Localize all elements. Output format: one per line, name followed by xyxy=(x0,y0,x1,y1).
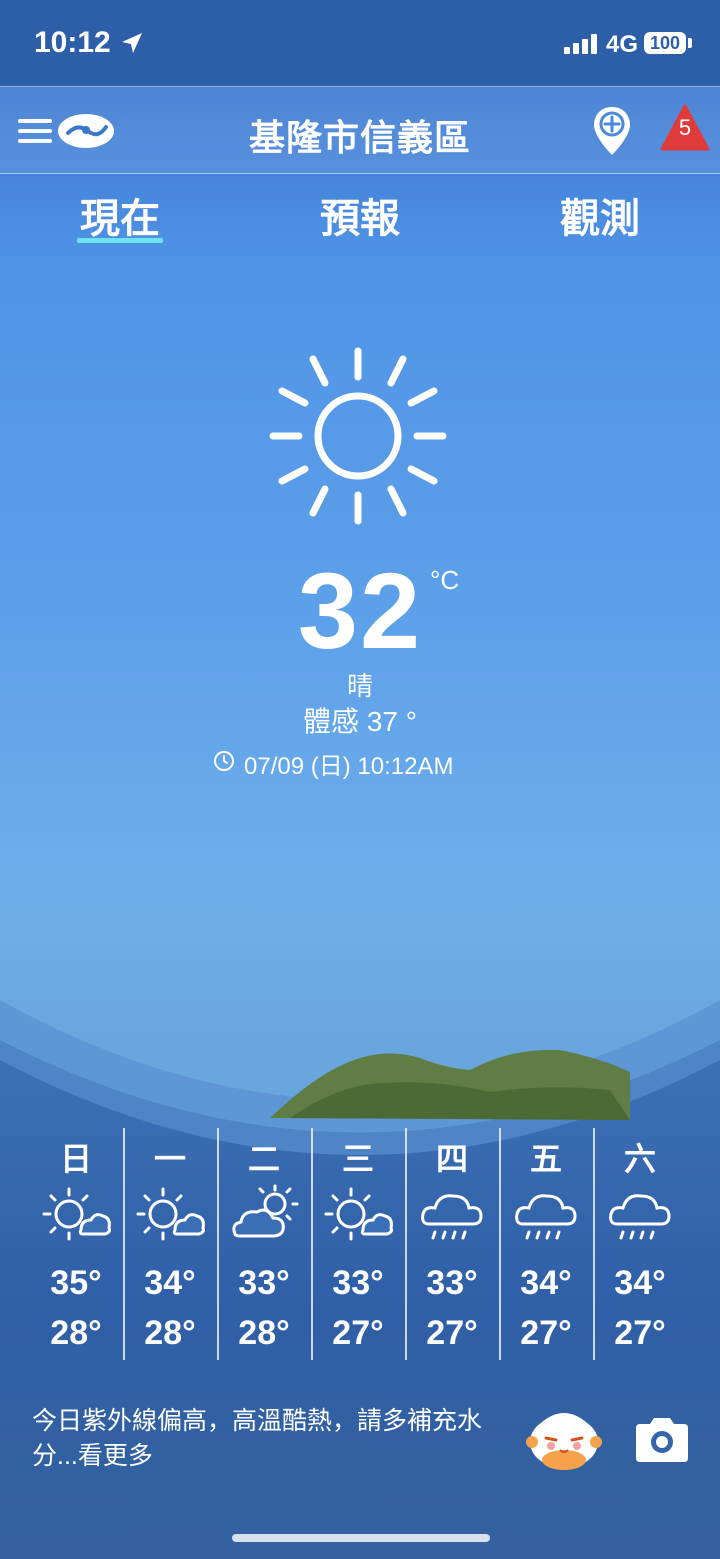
day-low-temp: 27° xyxy=(614,1314,666,1352)
alert-count-badge[interactable]: 5 xyxy=(660,115,710,141)
forecast-day[interactable]: 六 34° 27° xyxy=(593,1128,687,1360)
day-low-temp: 27° xyxy=(332,1314,384,1352)
city-title[interactable]: 基隆市信義區 xyxy=(160,109,560,161)
day-label: 三 xyxy=(341,1141,374,1177)
cloud-rain-icon xyxy=(515,1194,577,1240)
day-low-temp: 28° xyxy=(50,1314,102,1352)
day-high-temp: 33° xyxy=(332,1264,384,1302)
day-high-temp: 35° xyxy=(50,1264,102,1302)
active-tab-indicator xyxy=(77,238,163,243)
hill-landscape xyxy=(270,1049,630,1120)
status-bar: 10:12 4G 100 xyxy=(0,0,720,86)
sun-cloud-icon xyxy=(42,1187,111,1241)
update-time: 07/09 (日) 10:12AM xyxy=(212,746,512,781)
forecast-day[interactable]: 四 33° 27° xyxy=(405,1128,499,1360)
forecast-day[interactable]: 五 34° 27° xyxy=(499,1128,593,1360)
day-low-temp: 28° xyxy=(238,1314,290,1352)
tab-now[interactable]: 現在 xyxy=(40,186,200,244)
day-high-temp: 34° xyxy=(614,1264,666,1302)
battery-icon: 100 xyxy=(644,32,686,54)
update-time-text: 07/09 (日) 10:12AM xyxy=(244,753,454,780)
main-tabs: 現在 預報 觀測 xyxy=(0,180,720,250)
cloud-rain-icon xyxy=(609,1194,671,1240)
day-high-temp: 34° xyxy=(520,1264,572,1302)
tab-observation[interactable]: 觀測 xyxy=(520,186,680,244)
day-low-temp: 27° xyxy=(426,1314,478,1352)
feels-like: 體感 37 ° xyxy=(303,706,417,737)
menu-logo-icon[interactable] xyxy=(18,111,118,151)
day-label: 六 xyxy=(623,1141,656,1177)
tab-forecast[interactable]: 預報 xyxy=(280,186,440,244)
day-label: 一 xyxy=(153,1141,186,1177)
day-label: 五 xyxy=(529,1141,562,1177)
sun-icon xyxy=(269,347,447,525)
day-label: 日 xyxy=(59,1141,92,1177)
weather-tip[interactable]: 今日紫外線偏高，高溫酷熱，請多補充水分...看更多 xyxy=(32,1404,512,1474)
location-arrow-icon xyxy=(122,33,142,53)
weekly-forecast: 日 35° 28° 一 34° 28° 二 33° 28° 三 33° 27° … xyxy=(0,1128,720,1360)
sun-cloud-icon xyxy=(324,1187,393,1241)
weather-condition: 晴 xyxy=(346,671,373,701)
forecast-day[interactable]: 二 33° 28° xyxy=(217,1128,311,1360)
forecast-day[interactable]: 日 35° 28° xyxy=(29,1128,123,1360)
app-header: 基隆市信義區 5 xyxy=(0,86,720,174)
day-label: 四 xyxy=(435,1141,468,1177)
network-type: 4G xyxy=(606,31,639,58)
battery-level: 100 xyxy=(649,33,681,53)
day-high-temp: 33° xyxy=(426,1264,478,1302)
signal-icon xyxy=(564,34,597,54)
day-low-temp: 27° xyxy=(520,1314,572,1352)
sun-cloud-icon xyxy=(136,1187,205,1241)
home-indicator[interactable] xyxy=(232,1534,490,1542)
day-high-temp: 33° xyxy=(238,1264,290,1302)
battery-tip xyxy=(688,38,692,48)
forecast-day[interactable]: 三 33° 27° xyxy=(311,1128,405,1360)
day-low-temp: 28° xyxy=(144,1314,196,1352)
add-location-pin-icon[interactable] xyxy=(592,105,632,157)
day-label: 二 xyxy=(247,1141,280,1177)
cloud-sun-icon xyxy=(232,1184,299,1238)
forecast-day[interactable]: 一 34° 28° xyxy=(123,1128,217,1360)
camera-icon[interactable] xyxy=(632,1414,692,1466)
mascot-icon[interactable] xyxy=(524,1402,604,1472)
cloud-rain-icon xyxy=(421,1194,483,1240)
status-time: 10:12 xyxy=(34,26,111,59)
temperature-unit: °C xyxy=(430,565,460,595)
day-high-temp: 34° xyxy=(144,1264,196,1302)
